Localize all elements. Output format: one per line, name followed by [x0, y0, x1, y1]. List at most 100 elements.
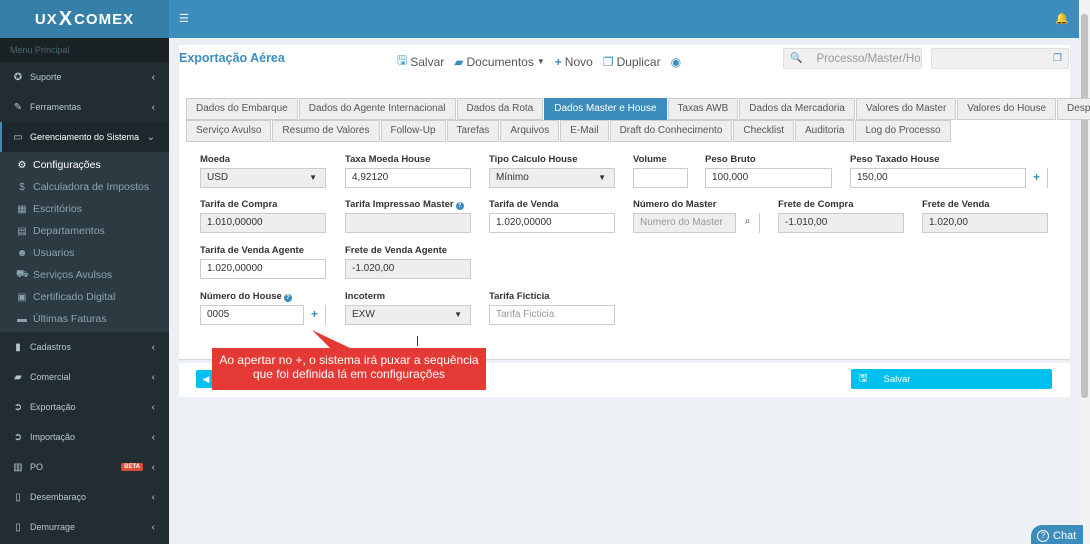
save-button-label: Salvar [883, 373, 911, 385]
tarifa-compra-input[interactable]: 1.010,00000 [200, 213, 326, 233]
tab-dados-da-mercadoria[interactable]: Dados da Mercadoria [739, 98, 855, 120]
submenu-item-label: Configurações [33, 159, 101, 171]
tab-dados-master-e-house[interactable]: Dados Master e House [544, 98, 667, 120]
tab-checklist[interactable]: Checklist [733, 120, 794, 142]
scrollbar[interactable] [1079, 0, 1090, 544]
tab-resumo-de-valores[interactable]: Resumo de Valores [272, 120, 380, 142]
save-toolbar-button[interactable]: 🖫 Salvar [397, 51, 444, 72]
save-label: Salvar [410, 54, 445, 69]
numero-master-input[interactable]: Numero do Master ⌕ [633, 213, 760, 233]
peso-taxado-house-input[interactable]: 150,00 + [850, 168, 1048, 188]
tab-follow-up[interactable]: Follow-Up [380, 120, 446, 142]
submenu-item-label: Certificado Digital [33, 291, 116, 303]
view-button[interactable]: ◉ [671, 51, 681, 72]
documents-dropdown[interactable]: ▰ Documentos ▼ [454, 51, 545, 72]
tarifa-venda-agente-input[interactable]: 1.020,00000 [200, 259, 326, 279]
tab-servi-o-avulso[interactable]: Serviço Avulso [186, 120, 272, 142]
bell-icon[interactable]: 🔔 [1055, 12, 1069, 25]
eye-icon: ◉ [670, 54, 682, 69]
submenu-item-escrit-rios[interactable]: ▦ Escritórios [0, 198, 169, 220]
tab-dados-do-agente-internacional[interactable]: Dados do Agente Internacional [298, 98, 456, 120]
new-label: Novo [564, 54, 593, 69]
tarifa-venda-input[interactable]: 1.020,00000 [489, 213, 615, 233]
peso-bruto-input[interactable]: 100,000 [705, 168, 832, 188]
moeda-select[interactable]: USD ▼ [200, 168, 326, 188]
add-peso-taxado-button[interactable]: + [1025, 168, 1047, 188]
tab-draft-do-conhecimento[interactable]: Draft do Conhecimento [609, 120, 733, 142]
chat-label: Chat [1053, 530, 1077, 542]
submenu-item--ltimas-faturas[interactable]: ▬ Últimas Faturas [0, 308, 169, 330]
brand-logo[interactable]: UX X COMEX [0, 0, 169, 38]
new-button[interactable]: + Novo [555, 51, 593, 72]
submenu-item-usuarios[interactable]: ☻ Usuarios [0, 242, 169, 264]
caret-down-icon: ▼ [598, 173, 606, 182]
main-panel: Exportação Aérea 🖫 Salvar ▰ Documentos ▼ + N… [179, 45, 1090, 360]
sidebar-item-label: Desembaraço [30, 492, 87, 502]
numero-house-input[interactable]: 0005 + [200, 305, 326, 325]
sidebar-item-desembara-o[interactable]: ▯ Desembaraço ‹ [0, 482, 169, 512]
truck-icon: ⛟ [16, 268, 29, 280]
sidebar-item-importa-o[interactable]: ➲ Importação ‹ [0, 422, 169, 452]
submenu-item-servi-os-avulsos[interactable]: ⛟ Serviços Avulsos [0, 264, 169, 286]
sidebar-item-exporta-o[interactable]: ➲ Exportação ‹ [0, 392, 169, 422]
tab-arquivos[interactable]: Arquivos [500, 120, 560, 142]
tab-taxas-awb[interactable]: Taxas AWB [667, 98, 739, 120]
tarifa-venda-agente-label: Tarifa de Venda Agente [200, 245, 304, 256]
tarifa-venda-agente-field: Tarifa de Venda Agente 1.020,00000 [200, 245, 326, 279]
copy-icon[interactable]: ❐ [1053, 53, 1062, 64]
question-icon: ? [1037, 530, 1049, 542]
chat-button[interactable]: ? Chat [1031, 525, 1083, 544]
frete-venda-input[interactable]: 1.020,00 [922, 213, 1048, 233]
process-search-input[interactable]: 🔍 Processo/Master/Ho [783, 48, 922, 69]
sidebar-item-label: Cadastros [30, 342, 72, 352]
duplicate-button[interactable]: ❐ Duplicar [603, 51, 661, 72]
peso-taxado-house-value: 150,00 [857, 172, 888, 183]
wrench-icon: ✎ [13, 101, 23, 113]
tipo-calculo-house-select[interactable]: Mínimo ▼ [489, 168, 615, 188]
secondary-search-input[interactable]: ❐ [931, 48, 1069, 69]
submenu-item-configura-es[interactable]: ⚙ Configurações [0, 154, 169, 176]
incoterm-select[interactable]: EXW ▼ [345, 305, 471, 325]
tab-auditoria[interactable]: Auditoria [794, 120, 855, 142]
chevron-icon: ‹ [151, 521, 155, 533]
tab-e-mail[interactable]: E-Mail [560, 120, 609, 142]
help-icon[interactable]: ? [455, 202, 464, 210]
save-button[interactable]: 🖫 Salvar [851, 369, 1052, 389]
tab-dados-da-rota[interactable]: Dados da Rota [456, 98, 544, 120]
tab-valores-do-house[interactable]: Valores do House [957, 98, 1057, 120]
sidebar-item-gerenciamento-do-sistema[interactable]: ▭ Gerenciamento do Sistema ⌄ [0, 122, 169, 152]
submenu-item-certificado-digital[interactable]: ▣ Certificado Digital [0, 286, 169, 308]
brand-left: UX [34, 10, 58, 28]
help-icon[interactable]: ? [283, 294, 292, 302]
frete-venda-agente-input[interactable]: -1.020,00 [345, 259, 471, 279]
search-master-button[interactable]: ⌕ [735, 213, 759, 233]
tarifa-impressao-master-input[interactable] [345, 213, 471, 233]
floppy-icon: 🖫 [397, 53, 408, 67]
moeda-field: Moeda USD ▼ [200, 154, 326, 188]
sidebar-item-suporte[interactable]: ✪ Suporte ‹ [0, 62, 169, 92]
add-house-number-button[interactable]: + [303, 305, 325, 325]
hamburger-icon[interactable]: ☰ [179, 12, 189, 25]
tarifa-ficticia-field: Tarifa Ficticia Tarifa Ficticia [489, 291, 615, 325]
tab-despesas[interactable]: Despesas [1057, 98, 1090, 120]
scrollbar-thumb[interactable] [1081, 14, 1088, 398]
folder-icon: ▰ [454, 54, 464, 69]
peso-taxado-house-label: Peso Taxado House [850, 154, 940, 165]
volume-input[interactable] [633, 168, 688, 188]
tab-valores-do-master[interactable]: Valores do Master [855, 98, 957, 120]
sidebar-item-cadastros[interactable]: ▮ Cadastros ‹ [0, 332, 169, 362]
frete-compra-input[interactable]: -1.010,00 [778, 213, 904, 233]
sidebar-item-ferramentas[interactable]: ✎ Ferramentas ‹ [0, 92, 169, 122]
submenu-item-calculadora-de-impostos[interactable]: $ Calculadora de Impostos [0, 176, 169, 198]
tab-log-do-processo[interactable]: Log do Processo [855, 120, 951, 142]
tarifa-ficticia-input[interactable]: Tarifa Ficticia [489, 305, 615, 325]
sidebar-item-comercial[interactable]: ▰ Comercial ‹ [0, 362, 169, 392]
support-icon: ✪ [13, 71, 23, 83]
sidebar-item-demurrage[interactable]: ▯ Demurrage ‹ [0, 512, 169, 542]
submenu-item-departamentos[interactable]: ▤ Departamentos [0, 220, 169, 242]
chevron-icon: ‹ [151, 101, 155, 113]
taxa-moeda-house-input[interactable]: 4,92120 [345, 168, 471, 188]
tab-tarefas[interactable]: Tarefas [446, 120, 500, 142]
tab-dados-do-embarque[interactable]: Dados do Embarque [186, 98, 298, 120]
sidebar-item-po[interactable]: ▥ PO BETA ‹ [0, 452, 169, 482]
